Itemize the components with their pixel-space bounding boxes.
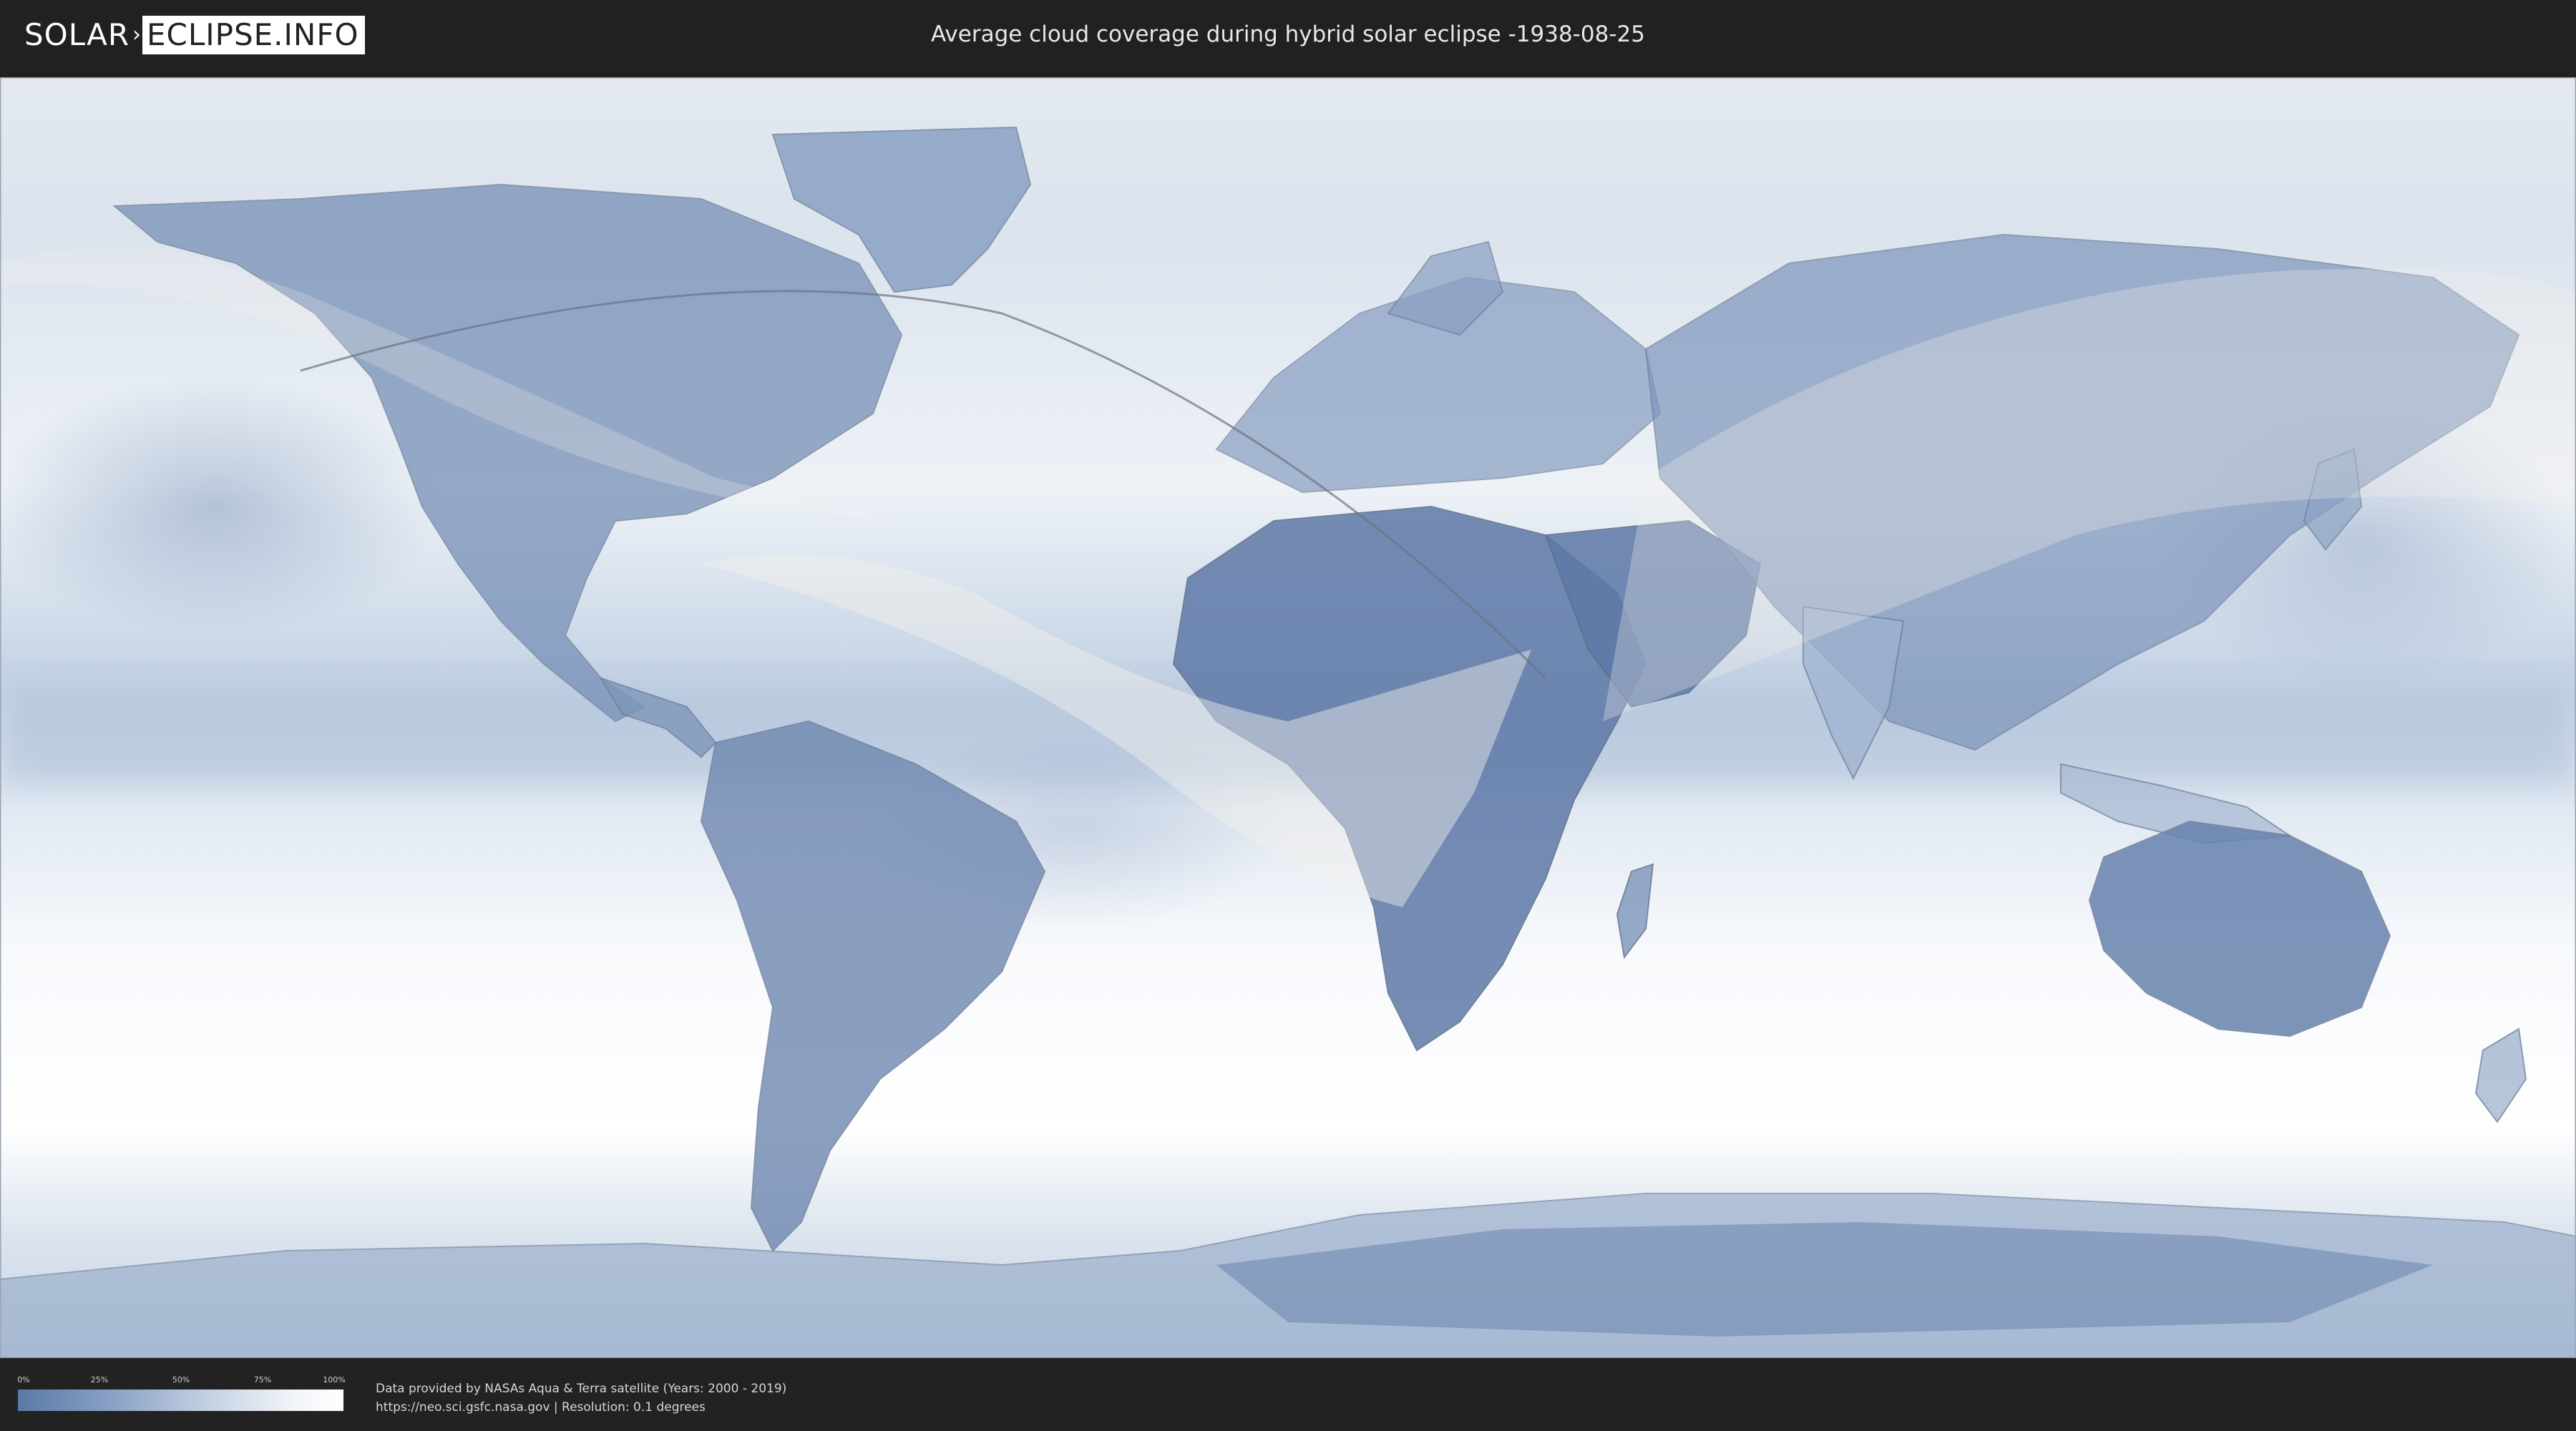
legend-tick: 100% (323, 1375, 346, 1384)
legend-ticks: 0% 25% 50% 75% 100% (17, 1375, 346, 1388)
legend-tick: 75% (253, 1375, 272, 1384)
world-map-svg (0, 77, 2576, 1358)
map-title: Average cloud coverage during hybrid sol… (931, 21, 1645, 47)
credit-line-url[interactable]: https://neo.sci.gsfc.nasa.gov | Resoluti… (376, 1398, 786, 1417)
legend-tick: 0% (17, 1375, 30, 1384)
page: SOLAR › ECLIPSE.INFO Average cloud cover… (0, 0, 2576, 1431)
legend-tick: 50% (172, 1375, 190, 1384)
clear-patch (0, 378, 444, 635)
footer-bar: 0% 25% 50% 75% 100% Data provided by NAS… (0, 1358, 2576, 1431)
cloud-coverage-legend: 0% 25% 50% 75% 100% (17, 1375, 346, 1411)
cloud-coverage-map[interactable] (0, 77, 2576, 1358)
header-bar: SOLAR › ECLIPSE.INFO Average cloud cover… (0, 0, 2576, 73)
legend-tick: 25% (90, 1375, 109, 1384)
credit-line-source: Data provided by NASAs Aqua & Terra sate… (376, 1382, 787, 1396)
legend-color-bar (18, 1390, 343, 1411)
data-credits: Data provided by NASAs Aqua & Terra sate… (376, 1379, 786, 1417)
